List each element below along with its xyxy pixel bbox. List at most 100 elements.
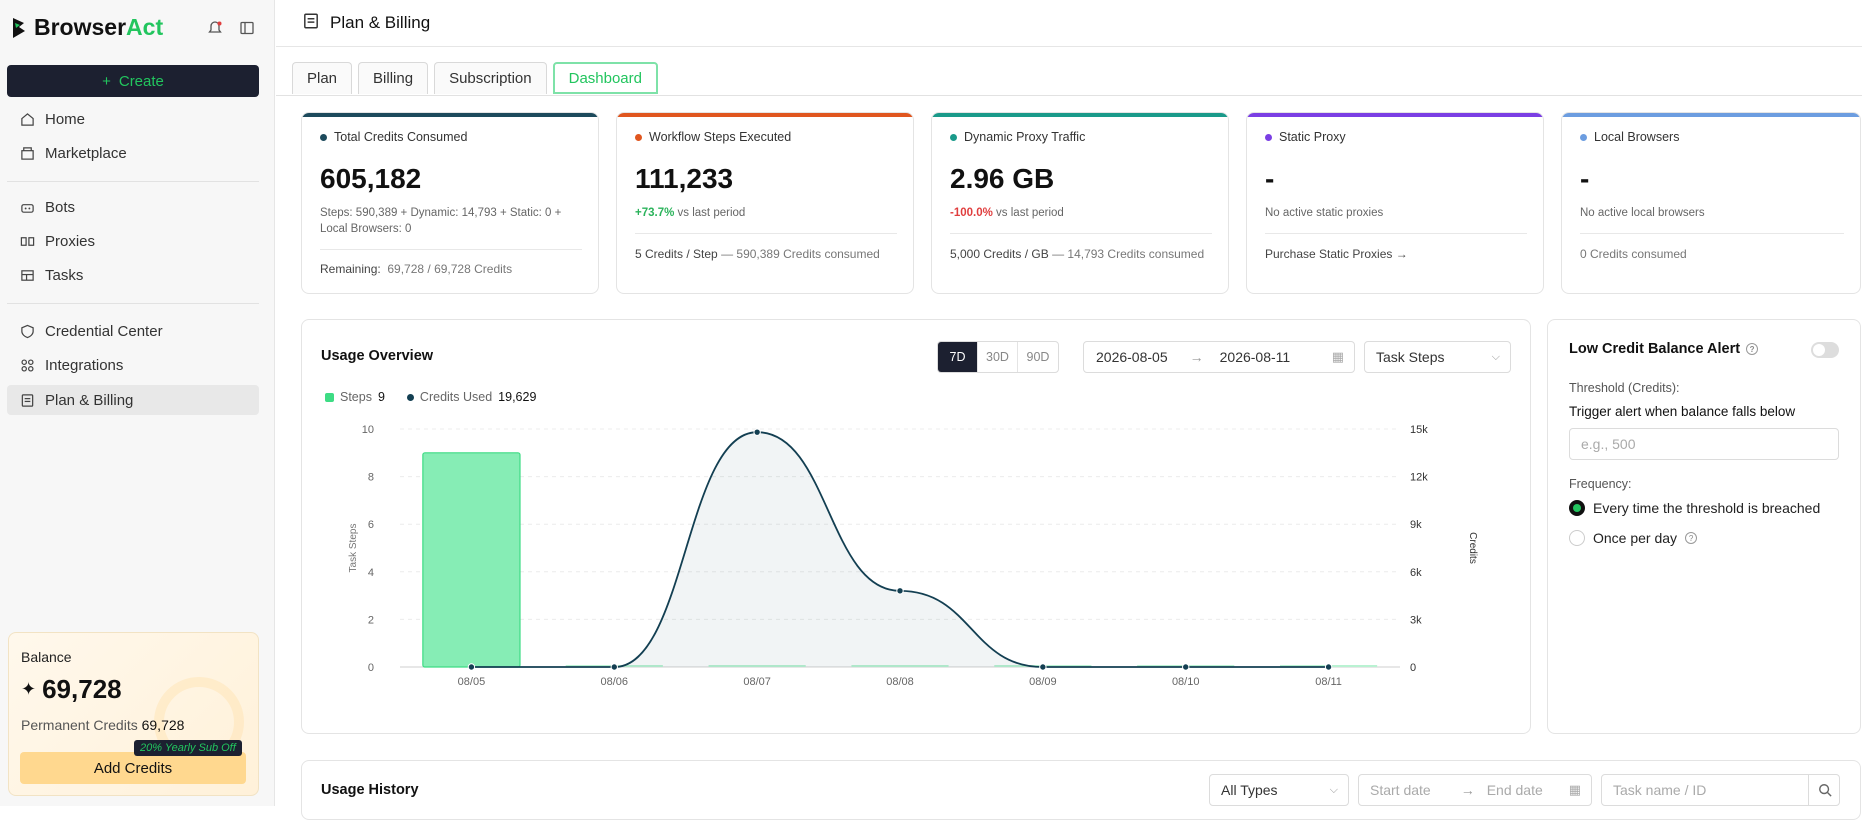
usage-history-title: Usage History	[321, 782, 419, 798]
stat-status: No active static proxies	[1265, 207, 1384, 219]
y2-tick-label: 15k	[1410, 424, 1428, 436]
type-select[interactable]: All Types ⌵	[1209, 774, 1349, 806]
radio-unselected	[1569, 530, 1585, 546]
x-tick-label: 08/07	[743, 676, 771, 688]
sidebar-item-tasks[interactable]: Tasks	[7, 260, 259, 290]
create-button[interactable]: + Create	[7, 65, 259, 97]
stat-value: 111,233	[635, 163, 734, 194]
card-divider	[320, 249, 582, 250]
help-icon[interactable]: ?	[1746, 343, 1759, 355]
range-90d-button[interactable]: 90D	[1018, 342, 1058, 372]
card-divider	[1580, 233, 1844, 234]
tab-plan[interactable]: Plan	[292, 62, 353, 94]
add-credits-button[interactable]: Add Credits	[20, 752, 246, 784]
bot-icon	[19, 199, 35, 215]
date-range-picker[interactable]: 2026-08-05 → 2026-08-11 ▦	[1083, 341, 1355, 373]
notification-bell-icon[interactable]	[205, 18, 225, 38]
chevron-down-icon: ⌵	[1329, 783, 1338, 796]
tab-dashboard[interactable]: Dashboard	[552, 62, 658, 94]
status-dot	[635, 133, 642, 141]
credits-area	[471, 432, 1329, 667]
task-search-input[interactable]: Task name / ID	[1601, 774, 1840, 806]
plus-icon: +	[102, 72, 111, 90]
sidebar-item-bots[interactable]: Bots	[7, 192, 259, 222]
shield-icon	[19, 323, 35, 339]
sidebar-item-marketplace[interactable]: Marketplace	[7, 138, 259, 168]
sidebar-item-integrations[interactable]: Integrations	[7, 350, 259, 380]
logo-icon	[13, 17, 25, 38]
card-accent-bar	[1247, 113, 1543, 117]
end-date-placeholder: End date	[1486, 782, 1543, 798]
range-7d-button[interactable]: 7D	[938, 342, 978, 372]
status-dot	[320, 133, 327, 141]
y-tick-label: 2	[368, 614, 374, 626]
credits-point	[1182, 663, 1190, 671]
sidebar-item-home[interactable]: Home	[7, 104, 259, 134]
help-icon[interactable]: ?	[1685, 532, 1698, 544]
card-divider	[635, 233, 897, 234]
tasks-icon	[19, 267, 35, 283]
threshold-label: Threshold (Credits):	[1569, 381, 1680, 395]
status-dot	[950, 133, 957, 141]
balance-label: Balance	[21, 649, 72, 665]
collapse-sidebar-icon[interactable]	[237, 18, 257, 38]
sidebar-divider	[7, 303, 259, 304]
start-date-placeholder: Start date	[1370, 782, 1431, 798]
sidebar-item-plan-billing[interactable]: Plan & Billing	[7, 385, 259, 415]
billing-icon	[19, 392, 35, 408]
stat-label: Dynamic Proxy Traffic	[950, 130, 1085, 144]
x-tick-label: 08/09	[1029, 676, 1057, 688]
tab-subscription[interactable]: Subscription	[434, 62, 547, 94]
status-dot	[1265, 133, 1272, 141]
card-accent-bar	[617, 113, 913, 117]
stat-value: 605,182	[320, 163, 422, 194]
date-from: 2026-08-05	[1096, 349, 1168, 365]
legend-value: 19,629	[498, 390, 537, 404]
stat-label: Static Proxy	[1265, 130, 1346, 144]
sidebar-divider	[7, 181, 259, 182]
stat-label: Total Credits Consumed	[320, 130, 467, 144]
card-accent-bar	[932, 113, 1228, 117]
credits-point	[753, 428, 761, 436]
search-icon[interactable]	[1808, 774, 1840, 806]
threshold-input[interactable]: e.g., 500	[1569, 428, 1839, 460]
permanent-credits: Permanent Credits 69,728	[21, 717, 185, 733]
chart-legend: Steps 9 Credits Used 19,629	[325, 390, 552, 404]
tab-divider	[276, 95, 1862, 96]
radio-selected	[1569, 500, 1585, 516]
credits-point	[1039, 663, 1047, 671]
x-tick-label: 08/11	[1315, 676, 1342, 688]
history-date-range[interactable]: Start date → End date ▦	[1358, 774, 1592, 806]
stat-rate: 5 Credits / Step — 590,389 Credits consu…	[635, 247, 880, 261]
sidebar-item-proxies[interactable]: Proxies	[7, 226, 259, 256]
stat-card-local-browsers: Local Browsers - No active local browser…	[1561, 112, 1861, 294]
purchase-static-proxies-link[interactable]: Purchase Static Proxies →	[1265, 247, 1408, 261]
legend-label: Steps	[340, 390, 372, 404]
x-tick-label: 08/08	[886, 676, 914, 688]
legend-value: 9	[377, 390, 385, 404]
metric-select[interactable]: Task Steps ⌵	[1364, 341, 1511, 373]
brand-logo[interactable]: BrowserAct	[10, 14, 163, 41]
y-tick-label: 4	[368, 567, 374, 579]
tab-billing[interactable]: Billing	[358, 62, 429, 94]
sidebar-item-credential-center[interactable]: Credential Center	[7, 316, 259, 346]
frequency-once-per-day-radio[interactable]: Once per day ?	[1569, 530, 1698, 546]
frequency-every-time-radio[interactable]: Every time the threshold is breached	[1569, 500, 1820, 516]
range-30d-button[interactable]: 30D	[978, 342, 1018, 372]
stat-remaining: Remaining: 69,728 / 69,728 Credits	[320, 262, 513, 276]
tab-bar: Plan Billing Subscription Dashboard	[292, 62, 658, 94]
stat-value: -	[1265, 163, 1275, 194]
alert-toggle[interactable]	[1811, 342, 1839, 358]
stat-card-workflow-steps: Workflow Steps Executed 111,233 +73.7% v…	[616, 112, 914, 294]
promo-badge: 20% Yearly Sub Off	[134, 740, 242, 756]
home-icon	[19, 111, 35, 127]
stat-value: -	[1580, 163, 1590, 194]
range-selector: 7D 30D 90D	[937, 341, 1059, 373]
card-accent-bar	[302, 113, 598, 117]
page-header: Plan & Billing	[276, 0, 1862, 47]
balance-value: ✦ 69,728	[21, 674, 122, 704]
y2-tick-label: 12k	[1410, 472, 1428, 484]
chevron-down-icon: ⌵	[1491, 350, 1500, 363]
stat-card-static-proxy: Static Proxy - No active static proxies …	[1246, 112, 1544, 294]
card-accent-bar	[1562, 113, 1860, 117]
